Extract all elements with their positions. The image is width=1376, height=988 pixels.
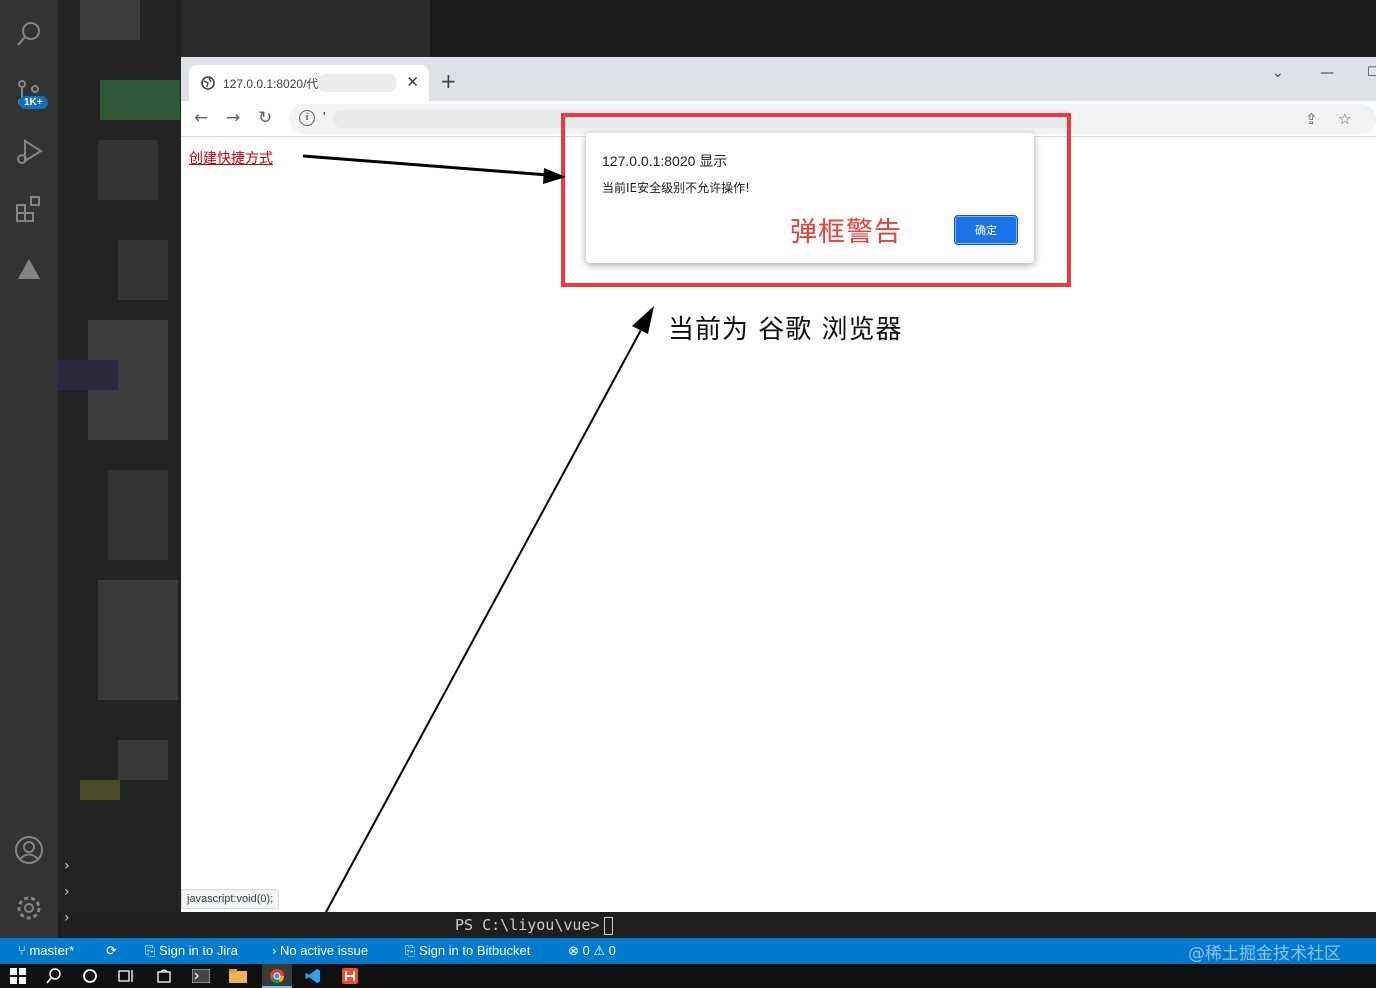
active-issue[interactable]: › No active issue [272, 943, 368, 958]
activity-bar: 1K+ [0, 0, 58, 938]
extensions-icon[interactable] [12, 192, 46, 226]
settings-gear-icon[interactable] [12, 891, 46, 925]
chevron-right-icon: › [272, 943, 277, 958]
task-view-icon[interactable] [116, 967, 136, 985]
account-icon[interactable] [12, 833, 46, 867]
run-debug-icon[interactable] [12, 134, 46, 168]
annotation-popup-label: 弹框警告 [790, 217, 902, 248]
tab-title: 127.0.0.1:8020/代 [223, 76, 319, 91]
branch-item[interactable]: ⑂ master* [18, 943, 74, 958]
annotation-red-box [561, 113, 1071, 287]
vscode-icon[interactable] [303, 967, 323, 985]
warning-count: 0 [608, 943, 616, 958]
terminal-prompt: PS C:\liyou\vue> [455, 916, 613, 935]
tab-strip: 127.0.0.1:8020/代 ✕ + ⌄ — ☐ [181, 57, 1376, 101]
store-icon[interactable] [154, 967, 174, 985]
error-icon: ⊗ [568, 943, 579, 958]
search-icon[interactable] [12, 17, 46, 51]
error-count: 0 [582, 943, 590, 958]
windows-taskbar [0, 964, 1376, 988]
minimize-icon[interactable]: — [1320, 65, 1334, 81]
problems-item[interactable]: ⊗ 0 ⚠ 0 [568, 943, 616, 959]
branch-name: master* [29, 943, 75, 958]
explorer-row[interactable]: › [58, 858, 181, 884]
tab-title-blur [317, 74, 397, 92]
scm-count-badge: 1K+ [19, 96, 48, 109]
editor-blurred-area [58, 0, 181, 912]
cortana-icon[interactable] [80, 967, 100, 985]
watermark: @稀土掘金技术社区 [1188, 944, 1341, 964]
annotation-browser-label: 当前为 谷歌 浏览器 [668, 315, 903, 345]
tab-close-icon[interactable]: ✕ [406, 73, 419, 91]
windows-start-icon[interactable] [8, 967, 28, 985]
status-bar: ⑂ master* ⟳ ⎘ Sign in to Jira › No activ… [0, 938, 1376, 964]
search-icon[interactable] [44, 967, 64, 985]
back-arrow-icon[interactable]: ← [194, 109, 208, 127]
signin-icon: ⎘ [405, 943, 416, 958]
signin-icon: ⎘ [145, 943, 156, 958]
share-icon[interactable]: ⇪ [1305, 110, 1318, 128]
hbuilder-icon[interactable] [340, 967, 360, 985]
issue-label: No active issue [279, 943, 369, 958]
explorer-rows: › › › [58, 858, 181, 938]
bitbucket-label: Sign in to Bitbucket [419, 943, 531, 958]
sync-icon[interactable]: ⟳ [106, 943, 117, 959]
site-info-icon[interactable]: i [299, 110, 315, 126]
forward-arrow-icon[interactable]: → [226, 109, 240, 127]
jira-signin[interactable]: ⎘ Sign in to Jira [145, 943, 238, 959]
chrome-icon[interactable] [267, 967, 287, 985]
screen: 1K+ › › › 127.0.0.1:8020/代 ✕ + ⌄ — ☐ ← →… [0, 0, 1376, 988]
bookmark-star-icon[interactable]: ☆ [1338, 110, 1351, 128]
atlassian-icon[interactable] [12, 252, 46, 286]
new-tab-button[interactable]: + [440, 71, 457, 91]
globe-icon [201, 76, 215, 90]
link-status-url: javascript:void(0); [181, 889, 280, 909]
terminal-panel[interactable]: PS C:\liyou\vue> [181, 912, 1376, 938]
branch-icon: ⑂ [18, 943, 26, 958]
tab-search-icon[interactable]: ⌄ [1272, 65, 1284, 81]
bitbucket-signin[interactable]: ⎘ Sign in to Bitbucket [405, 943, 530, 959]
terminal-cursor [603, 916, 613, 935]
explorer-row[interactable]: › [58, 910, 181, 936]
file-explorer-icon[interactable] [228, 967, 248, 985]
warning-icon: ⚠ [593, 943, 606, 958]
jira-label: Sign in to Jira [159, 943, 238, 958]
browser-tab[interactable]: 127.0.0.1:8020/代 ✕ [189, 65, 429, 101]
create-shortcut-link[interactable]: 创建快捷方式 [189, 148, 273, 168]
explorer-row[interactable]: › [58, 884, 181, 910]
reload-icon[interactable]: ↻ [258, 109, 272, 127]
maximize-icon[interactable]: ☐ [1367, 65, 1376, 80]
terminal-app-icon[interactable] [191, 967, 211, 985]
address-url: ' [323, 109, 326, 124]
editor-tab-area-dark [430, 0, 1376, 57]
